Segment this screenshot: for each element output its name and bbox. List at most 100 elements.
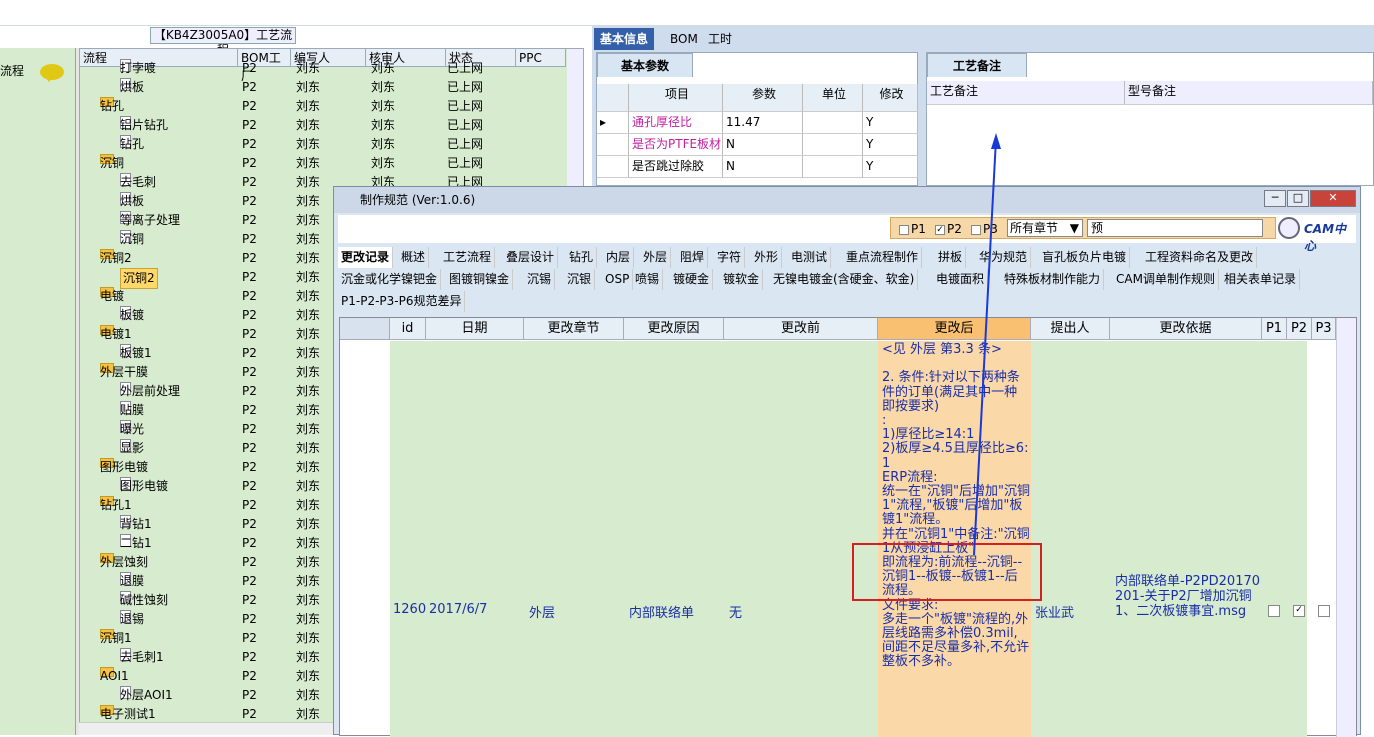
checkbox-icon[interactable] xyxy=(899,224,909,235)
cell-reviewer: 刘东 xyxy=(371,156,396,170)
tab-tabs1-6[interactable]: 外层 xyxy=(640,247,672,268)
tab-tabs2-7[interactable]: 镀软金 xyxy=(720,269,764,290)
left-panel-item[interactable]: 流程 xyxy=(0,62,24,79)
cell-writer: 刘东 xyxy=(296,517,321,531)
cell-writer: 刘东 xyxy=(296,403,321,417)
maximize-button[interactable]: □ xyxy=(1287,190,1309,207)
tree-row[interactable]: 钻孔 P2 刘东 刘东 已上网 xyxy=(80,135,575,154)
cell-factory: P2 xyxy=(242,384,257,398)
tab-tabs1-5[interactable]: 内层 xyxy=(603,247,635,268)
cell-basis: 内部联络单-P2PD20170201-关于P2厂增加沉铜1、二次板镀事宜.msg xyxy=(1115,574,1261,619)
cell-reviewer: 刘东 xyxy=(371,99,396,113)
tab-tabs2-0[interactable]: 沉金或化学镍钯金 xyxy=(338,269,442,290)
filter-box: P1 ✓ P2 P3 所有章节 ▼ 预 xyxy=(890,217,1276,239)
grid-col-p2[interactable]: P2 xyxy=(1287,318,1312,340)
cell-status: 已上网 xyxy=(447,61,484,75)
speech-bubble-icon[interactable] xyxy=(40,64,64,82)
tab-tabs3-0[interactable]: P1-P2-P3-P6规范差异 xyxy=(338,291,466,312)
tab-tabs1-0[interactable]: 更改记录 xyxy=(338,247,394,268)
tree-row[interactable]: -沉铜P2刘东刘东已上网 xyxy=(80,154,575,173)
cell-factory: P2 xyxy=(242,517,257,531)
cell-status: 已上网 xyxy=(447,156,484,170)
tab-tabs1-15[interactable]: 工程资料命名及更改 xyxy=(1142,247,1258,268)
cell-factory: P2 xyxy=(242,232,257,246)
tree-row[interactable]: -钻孔P2刘东刘东已上网 xyxy=(80,97,575,116)
node-label: 烘板 xyxy=(120,80,145,94)
tab-tabs1-14[interactable]: 盲孔板负片电镀 xyxy=(1039,247,1131,268)
tree-row[interactable]: 烘板 P2 刘东 刘东 已上网 xyxy=(80,78,575,97)
param-value[interactable]: N xyxy=(723,134,803,156)
cell-writer: 刘东 xyxy=(296,650,321,664)
search-icon[interactable] xyxy=(1278,217,1300,239)
grid-col-id[interactable]: id xyxy=(390,318,426,340)
grid-col-chapter[interactable]: 更改章节 xyxy=(524,318,624,340)
tab-tabs1-10[interactable]: 电测试 xyxy=(788,247,832,268)
tab-basic-info[interactable]: 基本信息 xyxy=(594,28,655,50)
param-value[interactable]: 11.47 xyxy=(723,112,803,134)
tab-tabs1-9[interactable]: 外形 xyxy=(751,247,783,268)
filter-p1[interactable]: P1 xyxy=(899,222,926,236)
tab-tabs2-1[interactable]: 图镀铜镍金 xyxy=(446,269,514,290)
tab-tabs2-3[interactable]: 沉银 xyxy=(564,269,596,290)
minimize-button[interactable]: ─ xyxy=(1264,190,1286,207)
tab-tabs2-6[interactable]: 镀硬金 xyxy=(670,269,714,290)
cell-factory: P2 xyxy=(242,289,257,303)
cell-writer: 刘东 xyxy=(296,346,321,360)
cell-factory: P2 xyxy=(242,593,257,607)
tab-tabs1-4[interactable]: 钻孔 xyxy=(566,247,598,268)
node-label: 去毛刺1 xyxy=(120,650,164,664)
grid-col-reason[interactable]: 更改原因 xyxy=(624,318,724,340)
cell-writer: 刘东 xyxy=(296,118,321,132)
param-value[interactable]: N xyxy=(723,156,803,178)
tab-tabs1-11[interactable]: 重点流程制作 xyxy=(843,247,923,268)
tab-tabs2-8[interactable]: 无镍电镀金(含硬金、软金) xyxy=(770,269,919,290)
cell-factory: P2 xyxy=(242,441,257,455)
tab-work-hours[interactable]: 工时 xyxy=(702,28,738,50)
tab-tabs1-3[interactable]: 叠层设计 xyxy=(503,247,559,268)
row-indicator xyxy=(597,156,629,178)
close-button[interactable]: ✕ xyxy=(1310,190,1356,207)
cell-factory: P2 xyxy=(242,631,257,645)
tab-tabs1-7[interactable]: 阻焊 xyxy=(677,247,709,268)
grid-vertical-scrollbar[interactable] xyxy=(1336,318,1356,737)
table-row[interactable] xyxy=(390,341,1307,737)
cell-writer: 刘东 xyxy=(296,213,321,227)
tree-row[interactable]: 打孛喥 P2 刘东 刘东 已上网 xyxy=(80,59,575,78)
grid-col-before[interactable]: 更改前 xyxy=(724,318,878,340)
cell-writer: 刘东 xyxy=(296,270,321,284)
cell-p2-checkbox[interactable]: ✓ xyxy=(1293,605,1305,617)
cell-p1-checkbox[interactable] xyxy=(1268,605,1280,617)
tab-tabs1-1[interactable]: 概述 xyxy=(398,247,430,268)
search-input[interactable]: 预 xyxy=(1087,219,1263,237)
tab-tabs2-2[interactable]: 沉锡 xyxy=(524,269,556,290)
tree-row[interactable]: 铝片钻孔 P2 刘东 刘东 已上网 xyxy=(80,116,575,135)
grid-col-p3[interactable]: P3 xyxy=(1312,318,1336,340)
tab-tabs2-11[interactable]: CAM调单制作规则 xyxy=(1113,269,1219,290)
grid-col-p1[interactable]: P1 xyxy=(1262,318,1287,340)
grid-col-proposer[interactable]: 提出人 xyxy=(1031,318,1110,340)
tab-bom[interactable]: BOM xyxy=(664,28,704,50)
cell-factory: P2 xyxy=(242,365,257,379)
param-modify: Y xyxy=(863,112,918,134)
cell-factory: P2 xyxy=(242,422,257,436)
tab-tabs1-8[interactable]: 字符 xyxy=(714,247,746,268)
tab-tabs1-2[interactable]: 工艺流程 xyxy=(440,247,496,268)
node-label: 钻孔 xyxy=(120,137,145,151)
cell-writer: 刘东 xyxy=(296,555,321,569)
tab-tabs2-12[interactable]: 相关表单记录 xyxy=(1221,269,1301,290)
tab-tabs2-4[interactable]: OSP xyxy=(602,269,634,290)
cell-factory: P2 xyxy=(242,251,257,265)
tab-process-notes[interactable]: 工艺备注 xyxy=(927,53,1027,77)
cell-writer: 刘东 xyxy=(296,365,321,379)
cam-center-logo[interactable]: CAM中心 xyxy=(1304,220,1356,254)
cell-writer: 刘东 xyxy=(296,251,321,265)
grid-col-basis[interactable]: 更改依据 xyxy=(1110,318,1262,340)
cell-writer: 刘东 xyxy=(296,593,321,607)
grid-col-date[interactable]: 日期 xyxy=(426,318,524,340)
tab-tabs2-5[interactable]: 喷锡 xyxy=(632,269,664,290)
filter-p2[interactable]: ✓ P2 xyxy=(935,222,962,236)
tab-basic-params[interactable]: 基本参数 xyxy=(597,53,693,77)
cell-p3-checkbox[interactable] xyxy=(1318,605,1330,617)
cell-factory: P2 xyxy=(242,175,257,189)
checkbox-checked-icon[interactable]: ✓ xyxy=(935,224,945,235)
